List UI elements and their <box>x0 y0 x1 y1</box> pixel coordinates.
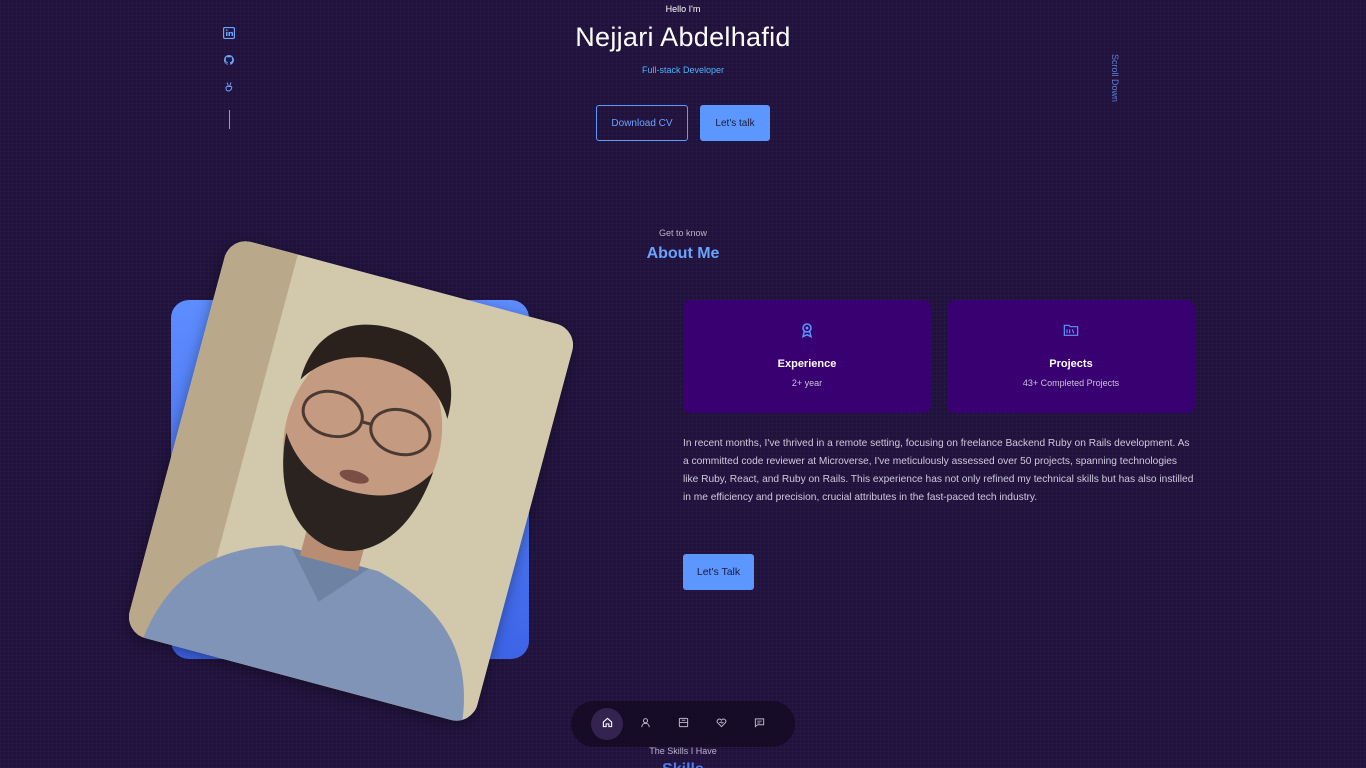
projects-title: Projects <box>1049 358 1093 370</box>
nav-contact[interactable] <box>743 708 775 740</box>
about-lets-talk-button[interactable]: Let's Talk <box>683 554 754 590</box>
hero-name: Nejjari Abdelhafid <box>575 22 791 52</box>
experience-card: Experience 2+ year <box>683 300 931 413</box>
award-icon <box>683 322 931 340</box>
social-divider <box>229 110 230 129</box>
github-icon <box>223 53 235 71</box>
experience-value: 2+ year <box>791 378 823 388</box>
user-icon <box>640 715 651 733</box>
projects-value: 43+ Completed Projects <box>1022 378 1120 388</box>
angellist-link[interactable] <box>222 82 236 96</box>
lets-talk-button[interactable]: Let's talk <box>700 105 770 141</box>
experience-title: Experience <box>777 358 837 370</box>
home-icon <box>602 715 613 733</box>
projects-card: Projects 43+ Completed Projects <box>947 300 1195 413</box>
linkedin-link[interactable] <box>222 26 236 44</box>
nav-home[interactable] <box>591 708 623 740</box>
book-icon <box>678 715 689 733</box>
nav-experience[interactable] <box>667 708 699 740</box>
about-subtitle: Get to know <box>658 228 708 238</box>
skills-subtitle: The Skills I Have <box>649 746 717 756</box>
bottom-nav <box>571 701 795 747</box>
about-title: About Me <box>646 245 720 262</box>
skills-title: Skills <box>0 762 1366 768</box>
github-link[interactable] <box>222 53 236 71</box>
download-cv-button[interactable]: Download CV <box>596 105 688 141</box>
hero-role: Full-stack Developer <box>641 65 725 75</box>
nav-services[interactable] <box>705 708 737 740</box>
linkedin-icon <box>222 26 236 44</box>
greeting-text: Hello I'm <box>665 4 701 14</box>
scroll-down-link[interactable]: Scroll Down <box>1110 54 1120 102</box>
about-description: In recent months, I've thrived in a remo… <box>683 438 1194 503</box>
message-icon <box>754 715 765 733</box>
folder-icon <box>947 322 1195 340</box>
services-icon <box>716 715 727 733</box>
nav-about[interactable] <box>629 708 661 740</box>
angellist-icon <box>223 80 235 98</box>
